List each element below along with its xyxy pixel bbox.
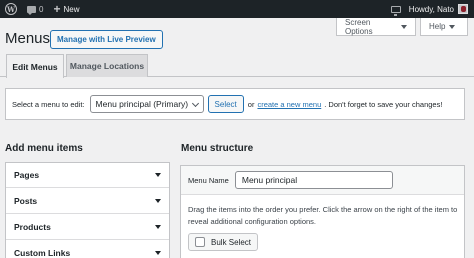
- chevron-down-icon: [191, 99, 199, 108]
- screen-options-label: Screen Options: [345, 17, 373, 36]
- create-menu-link[interactable]: create a new menu: [257, 100, 321, 109]
- bulk-select-button[interactable]: Bulk Select: [188, 233, 259, 251]
- screen-options-button[interactable]: Screen Options: [336, 18, 416, 36]
- selected-menu-value: Menu principal (Primary): [95, 99, 189, 109]
- comments-link[interactable]: 0: [22, 0, 48, 18]
- wordpress-menu[interactable]: W: [0, 0, 22, 18]
- new-label: New: [63, 4, 80, 14]
- menu-structure-help: Drag the items into the order you prefer…: [188, 205, 458, 226]
- monitor-icon[interactable]: [390, 5, 401, 16]
- menu-name-input[interactable]: Menu principal: [234, 171, 393, 189]
- accordion-label: Custom Links: [14, 248, 71, 258]
- avatar[interactable]: [458, 4, 468, 14]
- chevron-down-icon: [155, 173, 161, 177]
- menu-structure-heading: Menu structure: [181, 143, 254, 154]
- bulk-select-label: Bulk Select: [211, 237, 252, 247]
- select-button[interactable]: Select: [207, 95, 244, 113]
- chevron-down-icon: [155, 251, 161, 255]
- tab-edit-menus[interactable]: Edit Menus: [6, 54, 64, 78]
- add-items-accordion: Pages Posts Products Custom Links: [5, 162, 170, 258]
- page-title: Menus: [5, 30, 51, 47]
- chevron-down-icon: [449, 24, 456, 29]
- account-greeting[interactable]: Howdy, Nato: [409, 5, 454, 14]
- nav-tabs: Edit Menus Manage Locations: [0, 54, 474, 78]
- select-menu-label: Select a menu to edit:: [12, 99, 85, 109]
- chevron-down-icon: [155, 225, 161, 229]
- accordion-item-posts[interactable]: Posts: [6, 189, 169, 214]
- live-preview-button[interactable]: Manage with Live Preview: [50, 30, 163, 49]
- save-reminder-text: . Don't forget to save your changes!: [324, 99, 443, 109]
- accordion-item-products[interactable]: Products: [6, 215, 169, 240]
- new-content-menu[interactable]: + New: [48, 0, 84, 18]
- accordion-label: Products: [14, 222, 51, 232]
- chevron-down-icon: [401, 24, 407, 29]
- comment-bubble-icon: [27, 5, 36, 15]
- chevron-down-icon: [155, 199, 161, 203]
- help-label: Help: [429, 22, 446, 31]
- tab-manage-locations[interactable]: Manage Locations: [66, 54, 148, 77]
- menu-select-dropdown[interactable]: Menu principal (Primary): [89, 95, 204, 113]
- admin-bar: W 0 + New Howdy, Nato: [0, 0, 474, 18]
- bulk-select-checkbox[interactable]: [195, 237, 205, 247]
- comments-count: 0: [39, 4, 44, 14]
- or-text: or: [247, 99, 255, 109]
- accordion-item-pages[interactable]: Pages: [6, 163, 169, 188]
- wordpress-logo-icon: W: [5, 3, 17, 15]
- accordion-label: Pages: [14, 170, 40, 180]
- help-button[interactable]: Help: [420, 18, 468, 36]
- menu-name-label: Menu Name: [188, 175, 229, 185]
- accordion-label: Posts: [14, 196, 38, 206]
- plus-icon: +: [53, 2, 61, 16]
- add-menu-items-heading: Add menu items: [5, 143, 83, 154]
- menu-structure-panel: Menu Name Menu principal Drag the items …: [180, 165, 465, 258]
- menu-select-bar: Select a menu to edit: Menu principal (P…: [5, 88, 465, 120]
- accordion-item-custom-links[interactable]: Custom Links: [6, 241, 169, 258]
- menu-name-row: Menu Name Menu principal: [181, 166, 464, 195]
